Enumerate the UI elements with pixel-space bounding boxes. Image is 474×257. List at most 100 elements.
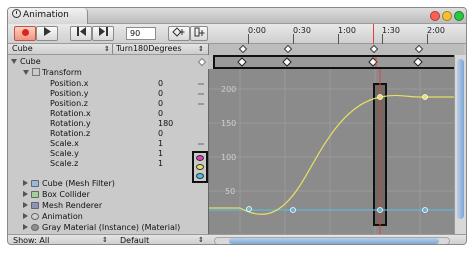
- property-value[interactable]: 1: [158, 139, 163, 149]
- tree-transform-row[interactable]: Transform: [8, 68, 208, 78]
- component-label: Box Collider: [42, 190, 90, 199]
- tab-bar: Animation: [8, 8, 466, 24]
- record-button[interactable]: [14, 26, 36, 41]
- key-diamond[interactable]: [283, 44, 293, 54]
- window-zoom-button[interactable]: [454, 11, 464, 21]
- y-axis-label: 200: [221, 85, 236, 94]
- property-row[interactable]: Rotation.z 0: [8, 129, 208, 139]
- property-value[interactable]: 0: [158, 129, 163, 139]
- property-row[interactable]: Scale.y 1: [8, 149, 208, 159]
- property-row[interactable]: Position.z 0: [8, 99, 208, 109]
- wrap-mode-arrows[interactable]: ⇕: [198, 236, 204, 244]
- vertical-scroll-thumb[interactable]: [457, 59, 464, 219]
- property-value[interactable]: 0: [158, 99, 163, 109]
- y-axis-label: 150: [221, 119, 236, 128]
- curve-graph[interactable]: 200 150 100 50: [209, 69, 455, 234]
- clip-selector[interactable]: Turn180Degrees: [116, 44, 182, 54]
- selection-header: Cube ⇕ Turn180Degrees ⇕: [8, 44, 208, 55]
- horizontal-scroll-thumb[interactable]: [229, 238, 439, 244]
- toolbar: 90 0:00 0:30 1:00 1:30 2:00: [8, 24, 466, 44]
- property-row[interactable]: Position.x 0: [8, 79, 208, 89]
- root-diamond-icon[interactable]: [197, 57, 207, 67]
- play-icon: [44, 27, 51, 36]
- component-row[interactable]: Mesh Renderer: [8, 201, 208, 211]
- window-close-button[interactable]: [430, 11, 440, 21]
- y-axis-label: 100: [221, 153, 236, 162]
- property-value[interactable]: 1: [158, 159, 163, 169]
- add-event-button[interactable]: [190, 26, 208, 41]
- component-row[interactable]: Box Collider: [8, 190, 208, 200]
- tree-root-row[interactable]: Cube: [8, 57, 208, 67]
- key-diamond[interactable]: [238, 44, 248, 54]
- property-value[interactable]: 0: [158, 89, 163, 99]
- next-keyframe-button[interactable]: [92, 26, 114, 41]
- property-value[interactable]: 0: [158, 79, 163, 89]
- property-value[interactable]: 180: [158, 119, 173, 129]
- property-value[interactable]: 0: [158, 109, 163, 119]
- component-row[interactable]: Animation: [8, 212, 208, 222]
- property-label: Scale.x: [50, 139, 79, 148]
- event-bar[interactable]: [208, 44, 464, 55]
- property-label: Rotation.z: [50, 129, 91, 138]
- property-row[interactable]: Rotation.x 0: [8, 109, 208, 119]
- clock-icon: [12, 9, 21, 18]
- component-label: Cube (Mesh Filter): [42, 179, 115, 188]
- key-diamond[interactable]: [369, 44, 379, 54]
- root-label: Cube: [20, 57, 41, 66]
- wrap-mode-dropdown[interactable]: Default: [120, 236, 149, 244]
- timeline-ruler[interactable]: 0:00 0:30 1:00 1:30 2:00: [208, 24, 466, 44]
- ruler-tick: 0:00: [248, 26, 266, 35]
- ruler-line: [293, 34, 294, 44]
- curve-key: [422, 94, 428, 100]
- remove-key-icon[interactable]: [198, 93, 204, 95]
- animation-window: Animation 90 0:00 0:30 1:00 1:30 2:00 Cu…: [7, 7, 467, 245]
- window-minimize-button[interactable]: [442, 11, 452, 21]
- header-separator: [112, 44, 113, 54]
- property-label: Scale.z: [50, 159, 79, 168]
- property-row[interactable]: Scale.z 1: [8, 159, 208, 169]
- property-row[interactable]: Rotation.y 180: [8, 119, 208, 129]
- expand-arrow-icon[interactable]: [11, 59, 17, 64]
- play-button[interactable]: [36, 26, 58, 41]
- expand-arrow-icon[interactable]: [23, 180, 28, 186]
- property-label: Rotation.y: [50, 119, 91, 128]
- key-diamond[interactable]: [414, 44, 424, 54]
- show-filter-arrows[interactable]: ⇕: [102, 236, 108, 244]
- property-row[interactable]: Position.y 0: [8, 89, 208, 99]
- clip-selector-arrows[interactable]: ⇕: [198, 44, 204, 54]
- curve-editor[interactable]: 200 150 100 50: [208, 69, 464, 234]
- remove-key-icon[interactable]: [198, 143, 204, 145]
- swatch-y-icon[interactable]: [196, 164, 204, 170]
- playhead-marker[interactable]: [373, 24, 374, 44]
- remove-key-icon[interactable]: [198, 83, 204, 85]
- property-list: Cube Transform Position.x 0 Position.y 0 Pos…: [8, 55, 208, 234]
- vertical-scrollbar[interactable]: [454, 55, 466, 235]
- remove-key-icon[interactable]: [198, 103, 204, 105]
- summary-keys: [237, 57, 423, 67]
- add-keyframe-button[interactable]: [168, 26, 190, 41]
- bottom-bar: Show: All ⇕ Default ⇕: [8, 234, 466, 244]
- component-row[interactable]: Cube (Mesh Filter): [8, 179, 208, 189]
- swatch-x-icon[interactable]: [196, 155, 204, 161]
- component-row[interactable]: Gray Material (Instance) (Material): [8, 223, 208, 233]
- object-selector-arrows[interactable]: ⇕: [104, 44, 110, 54]
- horizontal-scrollbar[interactable]: [214, 237, 450, 244]
- summary-key: [282, 57, 292, 67]
- prev-keyframe-button[interactable]: [70, 26, 92, 41]
- show-filter-dropdown[interactable]: Show: All: [13, 236, 49, 244]
- component-label: Animation: [42, 212, 83, 221]
- ruler-line: [248, 34, 249, 44]
- property-value[interactable]: 1: [158, 149, 163, 159]
- rotation-y-curve: [209, 94, 455, 215]
- property-row[interactable]: Scale.x 1: [8, 139, 208, 149]
- object-selector[interactable]: Cube: [12, 44, 33, 54]
- tab-animation[interactable]: Animation: [8, 8, 88, 24]
- expand-arrow-icon[interactable]: [23, 70, 29, 75]
- expand-arrow-icon[interactable]: [23, 202, 28, 208]
- expand-arrow-icon[interactable]: [23, 191, 28, 197]
- expand-arrow-icon[interactable]: [23, 224, 28, 230]
- property-label: Scale.y: [50, 149, 79, 158]
- frame-field[interactable]: 90: [126, 27, 156, 40]
- expand-arrow-icon[interactable]: [23, 213, 28, 219]
- summary-keyframe-row[interactable]: [213, 55, 457, 69]
